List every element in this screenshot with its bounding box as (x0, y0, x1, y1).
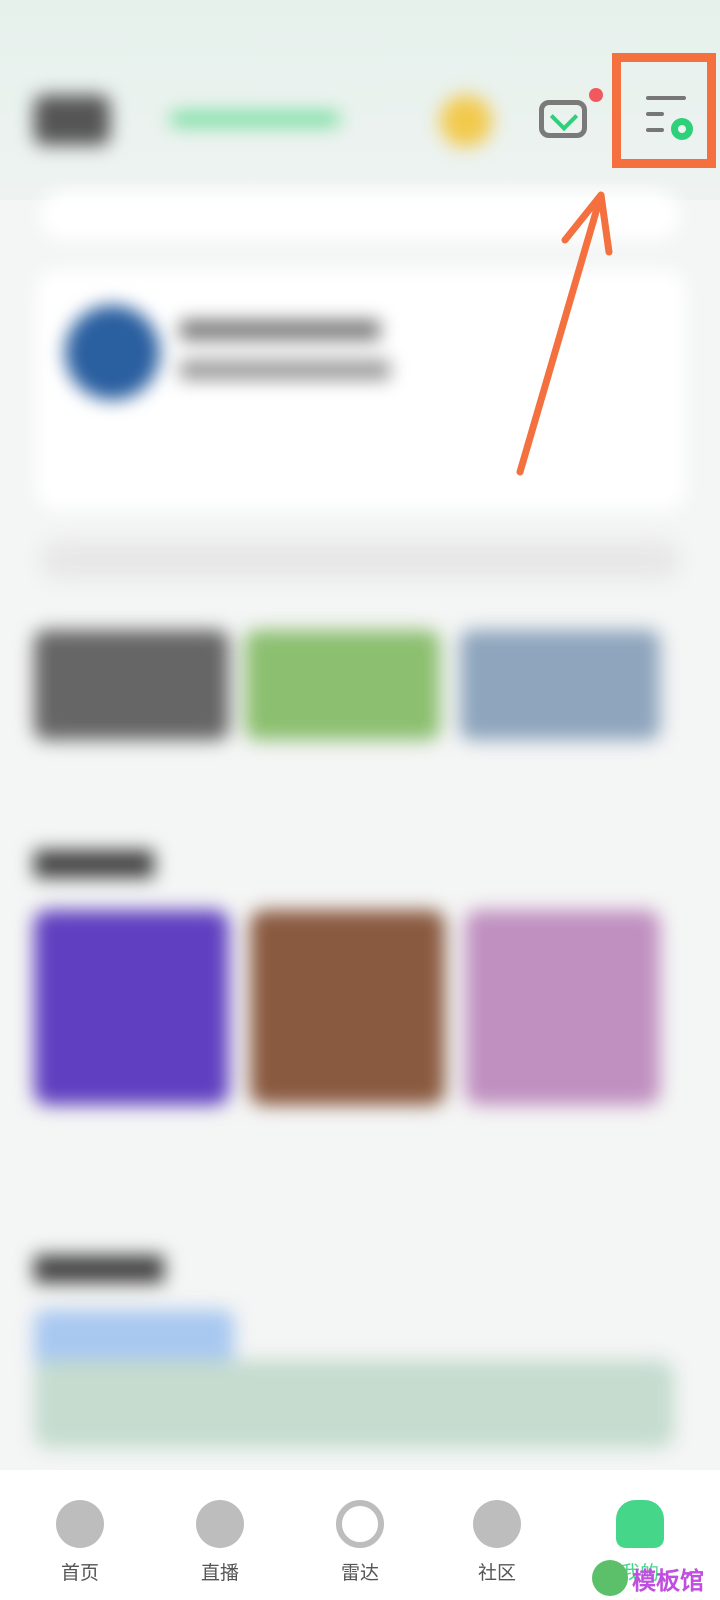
eye-icon (196, 1500, 244, 1548)
tab-live[interactable]: 直播 (148, 1470, 292, 1585)
annotation-arrow (516, 191, 613, 476)
music-note-icon (56, 1500, 104, 1548)
tab-home[interactable]: 首页 (8, 1470, 152, 1585)
community-icon (473, 1500, 521, 1548)
user-icon (616, 1500, 664, 1548)
tab-community[interactable]: 社区 (425, 1470, 569, 1585)
tab-radar[interactable]: 雷达 (288, 1470, 432, 1585)
radar-icon (336, 1500, 384, 1548)
watermark-logo: 模板馆 (592, 1560, 704, 1596)
